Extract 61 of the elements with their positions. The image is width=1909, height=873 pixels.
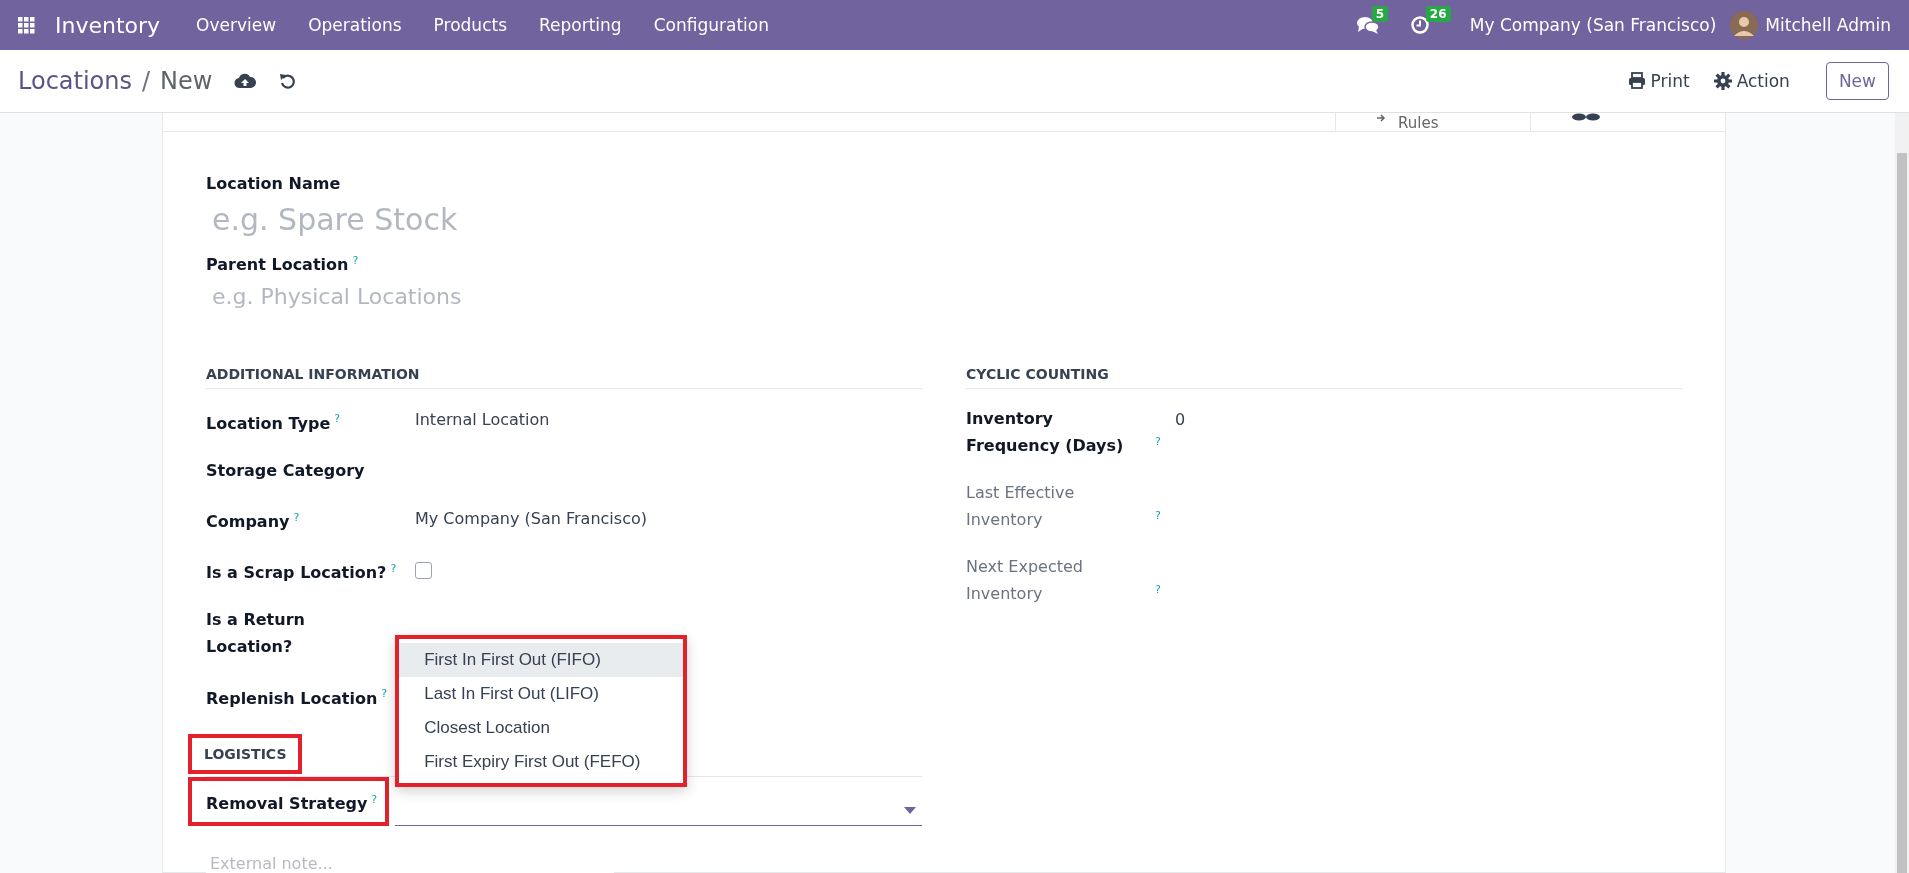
- user-name[interactable]: Mitchell Admin: [1765, 15, 1891, 35]
- help-tooltip[interactable]: ?: [334, 412, 341, 426]
- caret-icon: [904, 807, 916, 815]
- action-button[interactable]: Action: [1713, 65, 1790, 97]
- field-label: Company: [206, 511, 290, 533]
- field-label: Replenish Location: [206, 687, 378, 710]
- field-label: Last Effective Inventory: [966, 482, 1076, 532]
- field-label: Location Name: [206, 174, 341, 193]
- count-badge: 26: [1425, 6, 1451, 22]
- gear-icon: [1713, 72, 1732, 90]
- scrollbar-thumb[interactable]: [1897, 153, 1907, 873]
- breadcrumb-separator: /: [142, 67, 151, 95]
- new-button[interactable]: New: [1825, 62, 1889, 100]
- print-button[interactable]: Print: [1627, 65, 1690, 97]
- company-switcher[interactable]: My Company (San Francisco): [1469, 15, 1717, 35]
- dropdown-option[interactable]: First Expiry First Out (FEFO): [399, 744, 684, 779]
- menu-item[interactable]: Reporting: [539, 15, 622, 35]
- field-label: Removal Strategy: [206, 793, 368, 813]
- section-title: CYCLIC COUNTING: [966, 360, 1682, 390]
- field-label: Is a Scrap Location?: [206, 562, 387, 585]
- section-title: ADDITIONAL INFORMATION: [206, 360, 922, 390]
- help-tooltip[interactable]: ?: [352, 254, 359, 267]
- menu-item[interactable]: Overview: [196, 15, 277, 35]
- apps-menu-icon[interactable]: [18, 16, 35, 34]
- field-value: Internal Location: [415, 410, 550, 430]
- help-tooltip[interactable]: ?: [1155, 435, 1161, 448]
- field-value: 0: [1175, 410, 1186, 430]
- help-tooltip[interactable]: ?: [293, 510, 300, 524]
- scrollbar[interactable]: [1895, 113, 1909, 873]
- help-tooltip[interactable]: ?: [1155, 583, 1161, 596]
- undo-icon[interactable]: [278, 72, 297, 90]
- section-title: LOGISTICS: [188, 733, 303, 774]
- help-tooltip[interactable]: ?: [371, 792, 378, 806]
- field-label: Location Type: [206, 412, 331, 435]
- menu-item[interactable]: Operations: [308, 15, 402, 35]
- menu-item[interactable]: Products: [433, 15, 507, 35]
- field-value: My Company (San Francisco): [415, 508, 647, 528]
- dropdown-option[interactable]: Last In First Out (LIFO): [399, 676, 684, 711]
- field-label: Is a Return Location?: [206, 609, 306, 659]
- printer-icon: [1627, 72, 1646, 90]
- field-label: Storage Category: [206, 459, 365, 482]
- breadcrumb-link[interactable]: Locations: [18, 67, 132, 95]
- field-label: Parent Location: [206, 255, 349, 275]
- dropdown-option[interactable]: First In First Out (FIFO): [399, 642, 684, 677]
- cloud-upload-icon[interactable]: [234, 72, 257, 90]
- arrow-icon: [1376, 113, 1386, 123]
- breadcrumb-current: New: [160, 67, 213, 95]
- app-name[interactable]: Inventory: [55, 12, 161, 38]
- menu-item[interactable]: Configuration: [653, 15, 769, 35]
- help-tooltip[interactable]: ?: [1155, 509, 1161, 522]
- stat-button[interactable]: Rules: [1335, 113, 1530, 131]
- dropdown-option[interactable]: Closest Location: [399, 710, 684, 745]
- field-label: Inventory Frequency (Days): [966, 408, 1125, 458]
- avatar-icon[interactable]: [1730, 11, 1759, 39]
- checkbox[interactable]: [415, 562, 432, 579]
- help-tooltip[interactable]: ?: [381, 687, 388, 701]
- help-tooltip[interactable]: ?: [390, 562, 397, 575]
- count-badge: 5: [1371, 6, 1389, 22]
- field-label: Next Expected Inventory: [966, 556, 1084, 606]
- ovals-icon: [1571, 113, 1601, 121]
- clock-icon[interactable]: [1409, 15, 1430, 35]
